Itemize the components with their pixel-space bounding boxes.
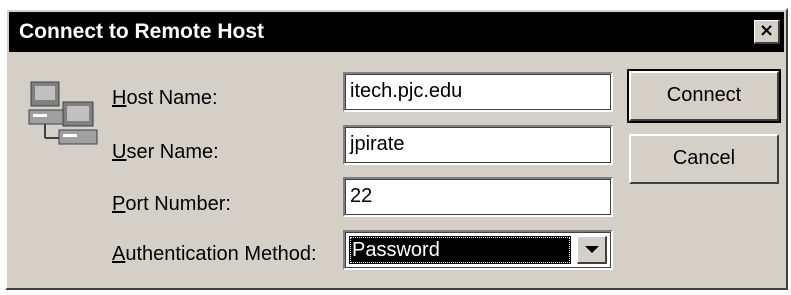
networked-computers-icon (28, 81, 98, 145)
port-number-label: Port Number: (112, 193, 231, 215)
close-button[interactable]: × (754, 20, 780, 44)
auth-method-dropdown-button[interactable] (577, 236, 607, 264)
auth-method-select[interactable]: Password (343, 230, 613, 270)
port-number-input[interactable]: 22 (343, 177, 613, 217)
host-name-label: Host Name: (112, 87, 218, 109)
close-icon: × (758, 20, 775, 41)
title-bar[interactable]: Connect to Remote Host × (9, 12, 784, 52)
auth-method-selected-value[interactable]: Password (349, 236, 571, 264)
connect-dialog: Connect to Remote Host × Host Name: itec… (5, 8, 788, 290)
user-name-input[interactable]: jpirate (343, 125, 613, 165)
host-name-input[interactable]: itech.pjc.edu (343, 72, 613, 112)
auth-method-label: Authentication Method: (112, 243, 317, 265)
user-name-label: User Name: (112, 141, 219, 163)
dialog-title: Connect to Remote Host (19, 20, 265, 43)
chevron-down-icon (585, 246, 599, 253)
cancel-button[interactable]: Cancel (629, 134, 779, 184)
connect-button[interactable]: Connect (627, 69, 781, 123)
